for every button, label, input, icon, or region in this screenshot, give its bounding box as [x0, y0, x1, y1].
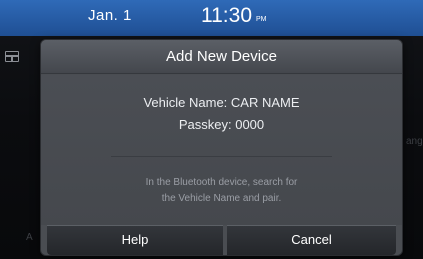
status-date: Jan. 1 — [88, 7, 132, 24]
dialog-button-bar: Help Cancel — [41, 225, 402, 255]
status-time: 11:30 — [201, 4, 252, 27]
status-bar: Jan. 1 11:30 PM — [0, 0, 423, 36]
help-button[interactable]: Help — [47, 225, 223, 255]
add-new-device-dialog: Add New Device Vehicle Name: CAR NAME Pa… — [41, 40, 402, 255]
pairing-hint-text: In the Bluetooth device, search for — [145, 177, 298, 188]
passkey-text: Passkey: 0000 — [178, 117, 265, 132]
dialog-header: Add New Device — [41, 40, 402, 74]
dialog-title: Add New Device — [166, 48, 277, 65]
background-text-fragment: A — [26, 232, 33, 243]
list-menu-icon — [5, 51, 19, 62]
background-text-fragment: ang — [406, 136, 423, 147]
cancel-button[interactable]: Cancel — [227, 225, 396, 255]
vehicle-name-text: Vehicle Name: CAR NAME — [143, 95, 300, 110]
infotainment-screen: Jan. 1 11:30 PM ang A Add New Device Veh… — [0, 0, 423, 259]
pairing-hint-text: the Vehicle Name and pair. — [161, 193, 282, 204]
status-ampm: PM — [256, 16, 267, 23]
dialog-body: Vehicle Name: CAR NAME Passkey: 0000 In … — [41, 75, 402, 225]
divider — [111, 156, 332, 157]
